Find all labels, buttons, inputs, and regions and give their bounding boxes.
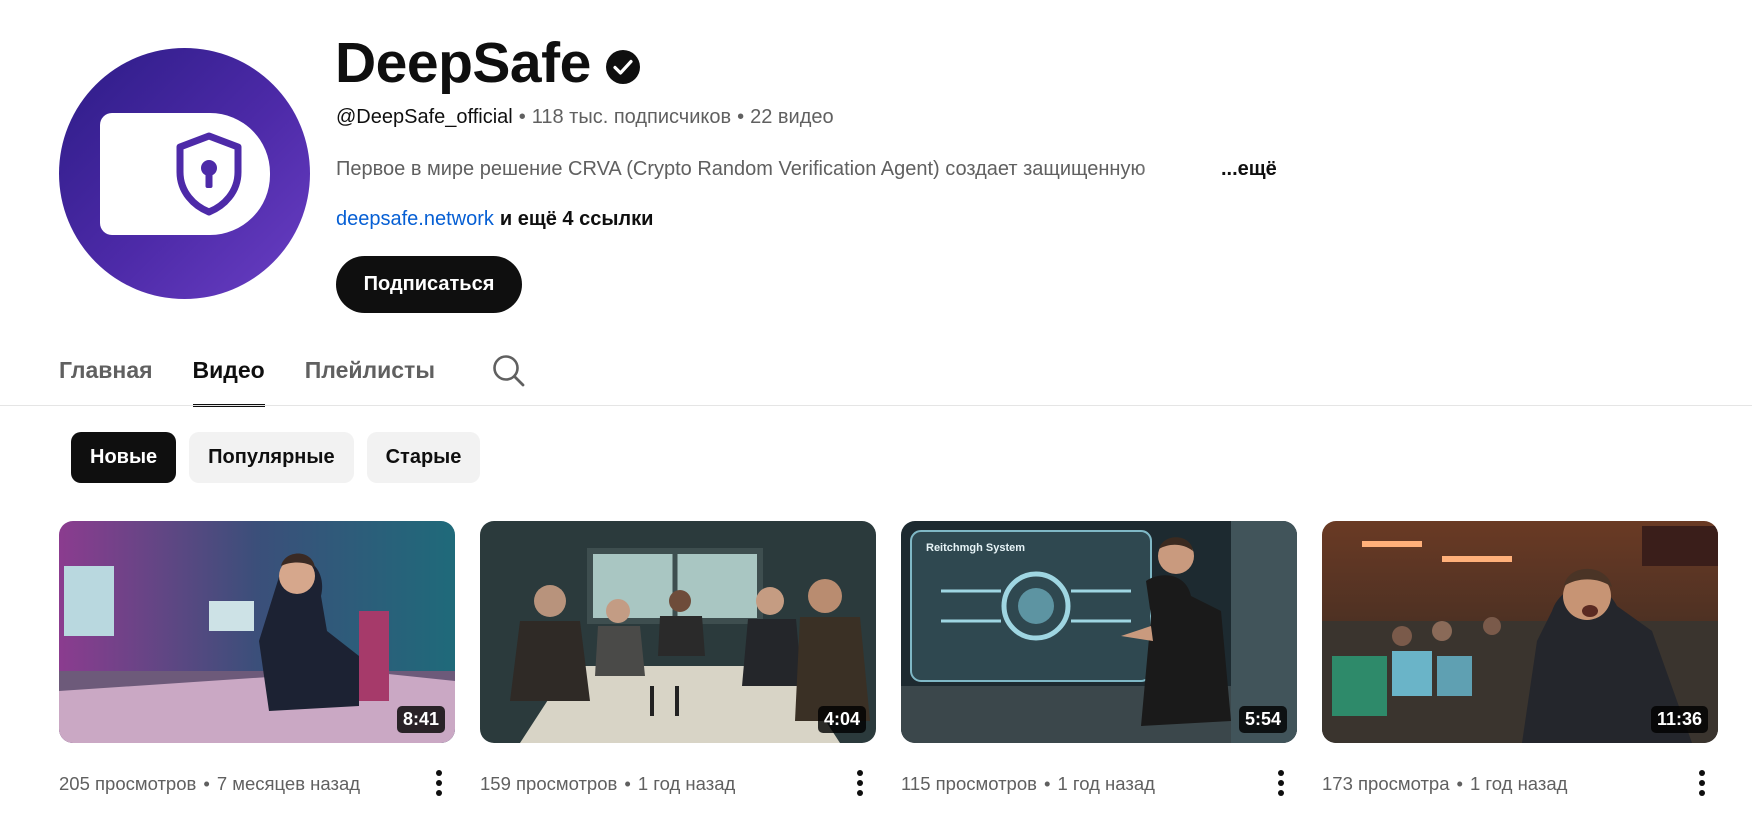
channel-links: deepsafe.network и ещё 4 ссылки — [336, 208, 653, 231]
chip-popular[interactable]: Популярные — [189, 432, 354, 483]
description-more-button[interactable]: ...ещё — [1221, 158, 1277, 181]
video-thumbnail[interactable]: 8:41 — [59, 521, 455, 743]
video-thumbnail[interactable]: Reitchmgh System 5:54 — [901, 521, 1297, 743]
video-meta: 159 просмотров • 1 год назад — [480, 773, 735, 795]
sort-chips: Новые Популярные Старые — [71, 432, 493, 483]
meta-dot: • — [203, 773, 210, 794]
video-duration: 5:54 — [1238, 706, 1287, 733]
video-views: 159 просмотров — [480, 773, 618, 794]
thumbnail-image — [59, 521, 455, 743]
meta-separator: • — [737, 106, 745, 128]
meta-dot: • — [1043, 773, 1051, 794]
channel-title: DeepSafe — [335, 30, 641, 96]
video-views: 173 просмотра — [1322, 773, 1450, 794]
meta-separator: • — [518, 106, 526, 128]
video-meta: 173 просмотра • 1 год назад — [1322, 773, 1567, 795]
tab-videos[interactable]: Видео — [192, 352, 265, 407]
channel-website-link[interactable]: deepsafe.network — [336, 208, 494, 230]
channel-handle: @DeepSafe_official — [336, 106, 513, 128]
more-vert-icon[interactable] — [1690, 767, 1714, 799]
video-duration: 4:04 — [817, 706, 866, 733]
video-duration: 11:36 — [1650, 706, 1708, 733]
video-card[interactable]: 4:04 159 просмотров • 1 год назад — [480, 521, 876, 796]
verified-badge-icon — [605, 50, 640, 84]
chip-newest[interactable]: Новые — [71, 432, 177, 483]
video-card[interactable]: 8:41 205 просмотров • 7 месяцев назад — [59, 521, 455, 796]
more-vert-icon[interactable] — [1269, 767, 1293, 799]
video-views: 115 просмотров — [901, 773, 1037, 794]
thumbnail-image — [480, 521, 876, 743]
video-age: 1 год назад — [1057, 773, 1155, 794]
video-age: 1 год назад — [637, 773, 736, 794]
tab-playlists[interactable]: Плейлисты — [305, 352, 435, 406]
channel-description[interactable]: Первое в мире решение CRVA (Crypto Rando… — [336, 158, 1223, 181]
more-vert-icon[interactable] — [848, 767, 872, 799]
video-card[interactable]: 11:36 173 просмотра • 1 год назад — [1322, 521, 1718, 796]
more-vert-icon[interactable] — [427, 767, 451, 799]
channel-avatar — [59, 48, 310, 299]
channel-name: DeepSafe — [335, 31, 591, 95]
meta-dot: • — [624, 773, 631, 794]
video-age: 1 год назад — [1470, 773, 1568, 794]
video-meta: 205 просмотров • 7 месяцев назад — [59, 773, 360, 795]
video-thumbnail[interactable]: 11:36 — [1322, 521, 1718, 743]
more-links-button[interactable]: и ещё 4 ссылки — [500, 208, 654, 230]
meta-dot: • — [1456, 773, 1463, 794]
chip-oldest[interactable]: Старые — [366, 432, 481, 483]
shield-lock-icon — [176, 132, 242, 216]
video-card[interactable]: Reitchmgh System 5:54 115 просмотров • 1 г… — [901, 521, 1297, 796]
video-count: 22 видео — [750, 106, 834, 128]
video-age: 7 месяцев назад — [216, 773, 361, 794]
channel-meta: @DeepSafe_official • 118 тыс. подписчиков •… — [336, 106, 834, 129]
search-icon[interactable] — [491, 353, 527, 389]
channel-tabs: Главная Видео Плейлисты — [59, 352, 475, 407]
video-duration: 8:41 — [396, 706, 445, 733]
thumbnail-caption: Reitchmgh System — [926, 542, 1025, 554]
tab-home[interactable]: Главная — [59, 352, 153, 406]
tabs-divider — [0, 405, 1752, 406]
video-views: 205 просмотров — [59, 773, 197, 794]
subscribe-button[interactable]: Подписаться — [336, 256, 522, 313]
video-thumbnail[interactable]: 4:04 — [480, 521, 876, 743]
thumbnail-image: Reitchmgh System — [901, 521, 1297, 743]
subscriber-count: 118 тыс. подписчиков — [531, 106, 732, 128]
video-meta: 115 просмотров • 1 год назад — [901, 773, 1155, 795]
